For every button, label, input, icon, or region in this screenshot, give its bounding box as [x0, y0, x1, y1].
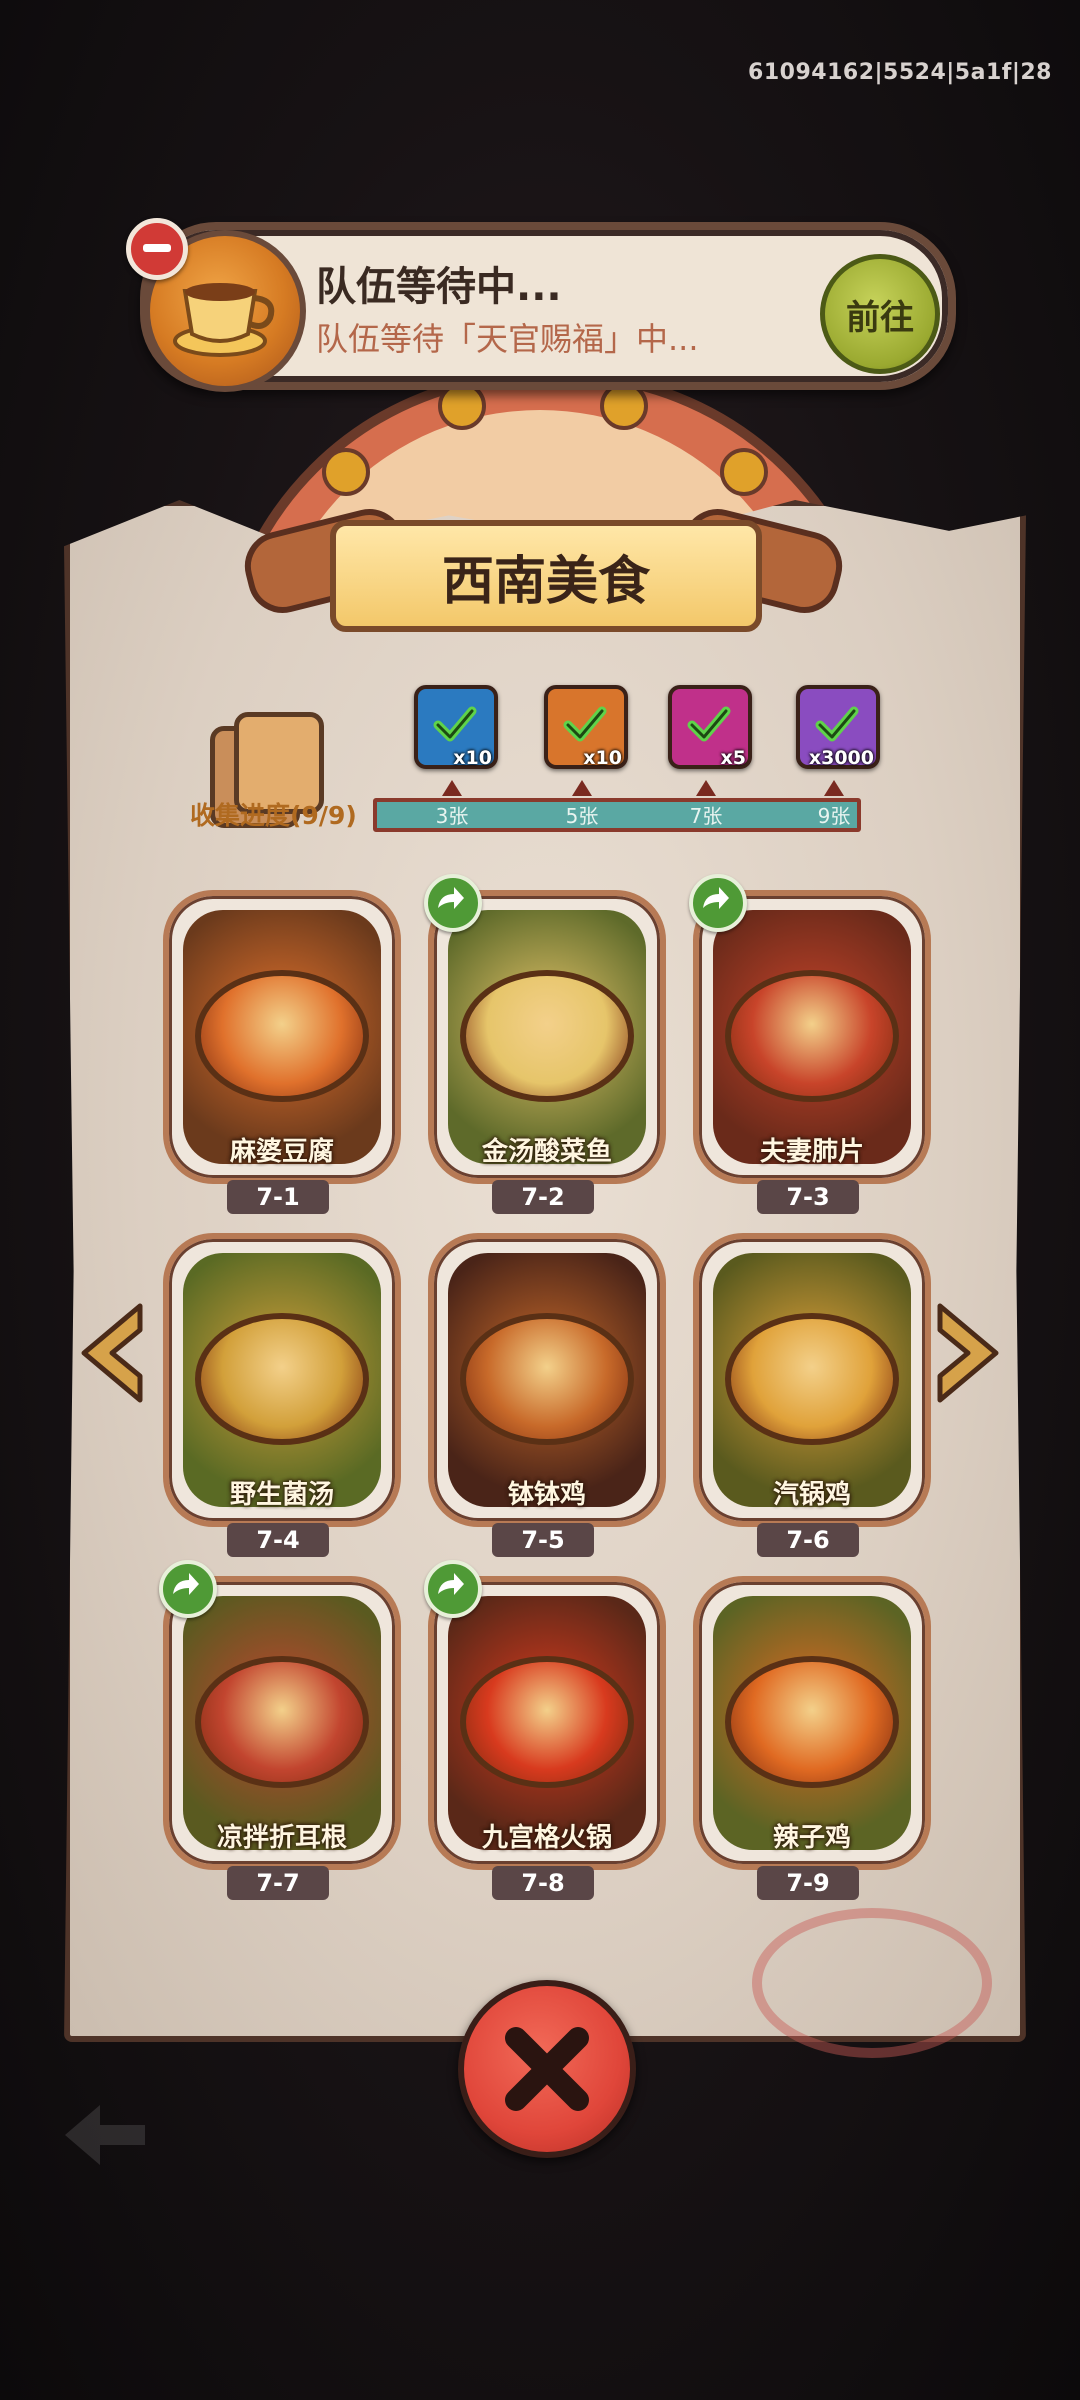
dish-name: 汽锅鸡 [772, 1480, 851, 1510]
dish-image [183, 1596, 381, 1850]
reward-icon-2[interactable]: x10 [544, 685, 628, 769]
reward-icon-1[interactable]: x10 [414, 685, 498, 769]
tier-marker [824, 780, 844, 796]
reward-count: x5 [720, 747, 746, 769]
level-tag: 7-1 [227, 1180, 329, 1214]
level-tag: 7-4 [227, 1523, 329, 1557]
share-icon[interactable] [689, 874, 747, 932]
next-page-arrow-icon[interactable] [930, 1298, 1010, 1408]
level-tag: 7-8 [492, 1866, 594, 1900]
dish-name: 麻婆豆腐 [229, 1137, 334, 1167]
banner-subtitle: 队伍等待「天官赐福」中... [316, 320, 699, 358]
tier-threshold-label: 3张 [435, 804, 469, 828]
level-tag: 7-3 [757, 1180, 859, 1214]
bowl-shape [460, 1313, 634, 1445]
dish-card[interactable]: 夫妻肺片 [693, 890, 931, 1184]
bowl-shape [460, 970, 634, 1102]
collection-progress-label: 收集进度(9/9) [190, 801, 357, 830]
remove-banner-button[interactable] [126, 218, 188, 280]
bowl-shape [195, 1313, 369, 1445]
dish-image [713, 1596, 911, 1850]
bowl-shape [195, 1656, 369, 1788]
share-icon[interactable] [159, 1560, 217, 1618]
check-icon [433, 706, 477, 742]
dome-knob [720, 448, 768, 496]
dish-card[interactable]: 钵钵鸡 [428, 1233, 666, 1527]
bowl-shape [725, 1656, 899, 1788]
level-tag: 7-5 [492, 1523, 594, 1557]
dish-name: 钵钵鸡 [507, 1480, 586, 1510]
panel-title: 西南美食 [330, 520, 762, 632]
tier-threshold-label: 9张 [817, 804, 851, 828]
reward-count: x10 [453, 747, 492, 769]
level-tag: 7-2 [492, 1180, 594, 1214]
dish-image [448, 910, 646, 1164]
reward-icon-4[interactable]: x3000 [796, 685, 880, 769]
share-icon[interactable] [424, 1560, 482, 1618]
level-tag: 7-9 [757, 1866, 859, 1900]
tier-threshold-label: 5张 [565, 804, 599, 828]
dish-image [448, 1253, 646, 1507]
dish-image [448, 1596, 646, 1850]
dome-knob [322, 448, 370, 496]
bowl-shape [460, 1656, 634, 1788]
check-icon [815, 706, 859, 742]
level-tag: 7-6 [757, 1523, 859, 1557]
dish-name: 辣子鸡 [772, 1823, 851, 1853]
dish-card[interactable]: 九宫格火锅 [428, 1576, 666, 1870]
prev-page-arrow-icon[interactable] [70, 1298, 150, 1408]
tier-marker [572, 780, 592, 796]
check-icon [563, 706, 607, 742]
reward-icon-3[interactable]: x5 [668, 685, 752, 769]
dish-image [183, 1253, 381, 1507]
debug-id-text: 61094162|5524|5a1f|28 [748, 60, 1052, 85]
reward-count: x10 [583, 747, 622, 769]
dish-card[interactable]: 汽锅鸡 [693, 1233, 931, 1527]
dish-card[interactable]: 凉拌折耳根 [163, 1576, 401, 1870]
close-button[interactable] [458, 1980, 636, 2158]
bowl-shape [725, 1313, 899, 1445]
dish-card[interactable]: 麻婆豆腐 [163, 890, 401, 1184]
dish-name: 夫妻肺片 [759, 1137, 864, 1167]
check-icon [687, 706, 731, 742]
tier-marker [442, 780, 462, 796]
go-button[interactable]: 前往 [820, 254, 940, 374]
dish-image [713, 1253, 911, 1507]
dish-card[interactable]: 野生菌汤 [163, 1233, 401, 1527]
level-tag: 7-7 [227, 1866, 329, 1900]
share-icon[interactable] [424, 874, 482, 932]
reward-count: x3000 [808, 747, 874, 769]
dish-card[interactable]: 辣子鸡 [693, 1576, 931, 1870]
dish-image [713, 910, 911, 1164]
dish-name: 九宫格火锅 [481, 1823, 612, 1853]
dish-name: 金汤酸菜鱼 [481, 1137, 612, 1167]
tier-marker [696, 780, 716, 796]
banner-title: 队伍等待中... [316, 264, 562, 310]
dish-image [183, 910, 381, 1164]
bowl-shape [725, 970, 899, 1102]
seal-stamp [752, 1908, 992, 2058]
dish-name: 野生菌汤 [229, 1480, 334, 1510]
tier-threshold-label: 7张 [689, 804, 723, 828]
back-arrow-icon [60, 2100, 150, 2170]
bowl-shape [195, 970, 369, 1102]
dish-card[interactable]: 金汤酸菜鱼 [428, 890, 666, 1184]
dish-name: 凉拌折耳根 [216, 1823, 347, 1853]
